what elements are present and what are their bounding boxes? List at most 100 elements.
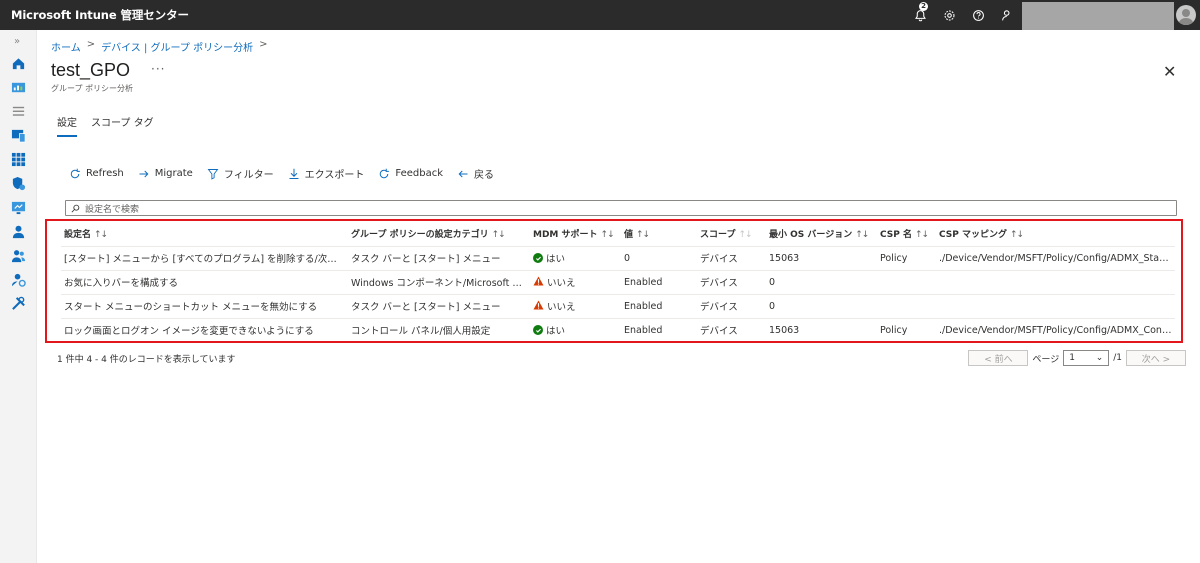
cell-scope: デバイス [697, 293, 766, 318]
warning-icon [533, 299, 544, 313]
cell-mdm-support: はい [530, 317, 621, 342]
avatar[interactable] [1176, 5, 1196, 25]
notifications-icon[interactable]: 2 [913, 2, 928, 22]
gear-icon[interactable] [942, 8, 956, 22]
command-bar: Refresh Migrate フィルター エクスポート Feedback 戻る [69, 166, 494, 181]
table-row[interactable]: [スタート] メニューから [すべてのプログラム] を削除する/次の操作から .… [61, 245, 1175, 270]
column-header-csp-mapping[interactable]: CSP マッピング ↑↓ [936, 222, 1175, 246]
page-select-value: 1 [1069, 353, 1075, 363]
warning-icon [533, 275, 544, 289]
cell-setting-name[interactable]: ロック画面とログオン イメージを変更できないようにする [61, 317, 348, 342]
filter-label: フィルター [223, 170, 274, 181]
cell-setting-name[interactable]: [スタート] メニューから [すべてのプログラム] を削除する/次の操作から .… [61, 245, 348, 270]
devices-icon[interactable] [11, 128, 26, 143]
apps-icon[interactable] [11, 152, 26, 167]
cell-min-os: 15063 [766, 317, 877, 342]
cell-value: Enabled [621, 269, 697, 294]
app-title[interactable]: Microsoft Intune 管理センター [11, 7, 189, 23]
feedback-person-icon[interactable] [1000, 8, 1014, 22]
dashboard-icon[interactable] [11, 80, 26, 95]
filter-icon [207, 168, 219, 180]
column-header-value[interactable]: 値 ↑↓ [621, 222, 697, 246]
breadcrumb: ホーム > デバイス | グループ ポリシー分析 > [51, 39, 268, 54]
feedback-button[interactable]: Feedback [378, 166, 443, 181]
cell-value: 0 [621, 245, 697, 270]
all-services-icon[interactable] [11, 104, 26, 119]
refresh-button[interactable]: Refresh [69, 166, 124, 181]
cell-mdm-support: はい [530, 245, 621, 270]
arrow-left-icon [458, 170, 468, 177]
back-label: 戻る [473, 170, 494, 181]
column-header-csp-name[interactable]: CSP 名 ↑↓ [877, 222, 936, 246]
cell-csp-mapping [936, 293, 1175, 318]
table-row[interactable]: スタート メニューのショートカット メニューを無効にする タスク バーと [スタ… [61, 293, 1175, 318]
main-content: ホーム > デバイス | グループ ポリシー分析 > test_GPO ··· … [37, 30, 1200, 563]
column-header-mdm-support[interactable]: MDM サポート ↑↓ [530, 222, 621, 246]
tenant-admin-icon[interactable] [11, 272, 26, 287]
cell-csp-mapping [936, 269, 1175, 294]
home-icon[interactable] [11, 56, 26, 71]
feedback-icon [380, 168, 390, 178]
page-total: /1 [1113, 353, 1122, 363]
cell-value: Enabled [621, 317, 697, 342]
search-icon [71, 204, 80, 212]
settings-table: 設定名 ↑↓ グループ ポリシーの設定カテゴリ ↑↓ MDM サポート ↑↓ 値 ↑↓ … [61, 222, 1175, 342]
endpoint-security-icon[interactable] [11, 176, 26, 191]
cell-csp-mapping: ./Device/Vendor/MSFT/Policy/Config/ADMX_… [936, 317, 1175, 342]
breadcrumb-separator: > [86, 39, 96, 50]
back-button[interactable]: 戻る [457, 166, 494, 181]
cell-scope: デバイス [697, 245, 766, 270]
groups-icon[interactable] [11, 248, 26, 263]
migrate-button[interactable]: Migrate [138, 166, 193, 181]
expand-nav-icon[interactable]: » [14, 36, 20, 47]
cell-min-os: 0 [766, 293, 877, 318]
column-header-setting-name[interactable]: 設定名 ↑↓ [61, 222, 348, 246]
table-row[interactable]: お気に入りバーを構成する Windows コンポーネント/Microsoft E… [61, 269, 1175, 294]
cell-setting-name[interactable]: お気に入りバーを構成する [61, 269, 348, 294]
cell-value: Enabled [621, 293, 697, 318]
search-input[interactable]: 設定名で検索 [65, 200, 1177, 216]
account-name-redacted[interactable] [1022, 2, 1174, 32]
feedback-label: Feedback [395, 168, 443, 179]
cell-min-os: 15063 [766, 245, 877, 270]
chevron-down-icon: ⌄ [1095, 353, 1104, 363]
column-header-category[interactable]: グループ ポリシーの設定カテゴリ ↑↓ [348, 222, 530, 246]
refresh-label: Refresh [86, 168, 124, 179]
tab-settings[interactable]: 設定 [57, 114, 77, 137]
close-icon[interactable]: ✕ [1163, 62, 1176, 81]
next-page-button[interactable]: 次へ > [1126, 350, 1186, 366]
more-options-icon[interactable]: ··· [151, 62, 165, 76]
table-row[interactable]: ロック画面とログオン イメージを変更できないようにする コントロール パネル/個… [61, 317, 1175, 342]
tab-strip: 設定 スコープ タグ [57, 114, 154, 137]
cell-category: コントロール パネル/個人用設定 [348, 317, 530, 342]
cell-scope: デバイス [697, 269, 766, 294]
breadcrumb-gpo-analytics[interactable]: デバイス | グループ ポリシー分析 [101, 39, 253, 54]
cell-csp-name [877, 269, 936, 294]
export-button[interactable]: エクスポート [288, 166, 364, 181]
pagination: < 前へ ページ 1 ⌄ /1 次へ > [968, 350, 1186, 366]
filter-button[interactable]: フィルター [207, 166, 274, 181]
tab-scope-tags[interactable]: スコープ タグ [91, 114, 154, 137]
cell-min-os: 0 [766, 269, 877, 294]
top-bar: Microsoft Intune 管理センター 2 [0, 0, 1200, 32]
prev-page-button[interactable]: < 前へ [968, 350, 1029, 366]
users-icon[interactable] [11, 224, 26, 239]
column-header-scope[interactable]: スコープ ↑↓ [697, 222, 766, 246]
cell-mdm-support: いいえ [530, 293, 621, 318]
page-subtitle: グループ ポリシー分析 [51, 84, 134, 93]
cell-csp-name: Policy [877, 245, 936, 270]
page-select[interactable]: 1 ⌄ [1063, 350, 1110, 366]
download-icon [289, 168, 299, 179]
page-label: ページ [1032, 354, 1060, 365]
check-circle-icon [533, 253, 543, 263]
breadcrumb-home[interactable]: ホーム [51, 39, 81, 54]
cell-csp-name: Policy [877, 317, 936, 342]
reports-icon[interactable] [11, 200, 26, 215]
table-header-row: 設定名 ↑↓ グループ ポリシーの設定カテゴリ ↑↓ MDM サポート ↑↓ 値 ↑↓ … [61, 222, 1175, 246]
left-nav-rail: » [0, 30, 37, 563]
help-icon[interactable] [971, 8, 985, 22]
troubleshooting-icon[interactable] [11, 296, 26, 311]
check-circle-icon [533, 325, 543, 336]
column-header-min-os[interactable]: 最小 OS バージョン ↑↓ [766, 222, 877, 246]
cell-setting-name[interactable]: スタート メニューのショートカット メニューを無効にする [61, 293, 348, 318]
